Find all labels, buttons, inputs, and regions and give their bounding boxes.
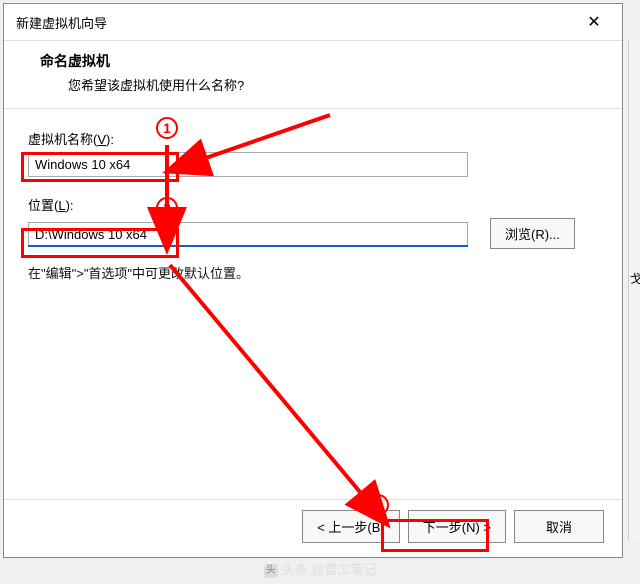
wizard-header: 命名虚拟机 您希望该虚拟机使用什么名称?: [4, 41, 622, 109]
location-input[interactable]: [28, 222, 468, 246]
annotation-number-2: 2: [156, 197, 178, 219]
back-button[interactable]: < 上一步(B): [302, 510, 400, 543]
content-area: 虚拟机名称(V): 位置(L): 浏览(R)... 在"编辑">"首选项"中可更…: [4, 109, 622, 499]
watermark: 头头条 @雷工笔记: [0, 559, 640, 578]
next-button[interactable]: 下一步(N) >: [408, 510, 506, 543]
window-title: 新建虚拟机向导: [16, 13, 107, 32]
annotation-number-1: 1: [156, 117, 178, 139]
titlebar: 新建虚拟机向导 ✕: [4, 4, 622, 41]
browse-button[interactable]: 浏览(R)...: [490, 218, 575, 249]
vm-name-input[interactable]: [28, 152, 468, 177]
close-button[interactable]: ✕: [574, 10, 614, 34]
button-row: < 上一步(B) 下一步(N) > 取消: [4, 499, 622, 557]
location-row-wrap: 位置(L): 浏览(R)...: [28, 195, 598, 249]
vm-name-row: 虚拟机名称(V):: [28, 129, 598, 177]
watermark-icon: 头: [264, 564, 278, 578]
cancel-button[interactable]: 取消: [514, 510, 604, 543]
right-edge-sliver: 戈: [628, 40, 640, 540]
annotation-number-3: 3: [367, 494, 389, 516]
location-label: 位置(L):: [28, 195, 598, 214]
close-icon: ✕: [587, 12, 600, 32]
wizard-dialog: 新建虚拟机向导 ✕ 命名虚拟机 您希望该虚拟机使用什么名称? 虚拟机名称(V):…: [3, 3, 623, 558]
page-title: 命名虚拟机: [40, 51, 602, 71]
page-subtitle: 您希望该虚拟机使用什么名称?: [40, 75, 602, 94]
hint-text: 在"编辑">"首选项"中可更改默认位置。: [28, 263, 598, 282]
vm-name-label: 虚拟机名称(V):: [28, 129, 598, 148]
